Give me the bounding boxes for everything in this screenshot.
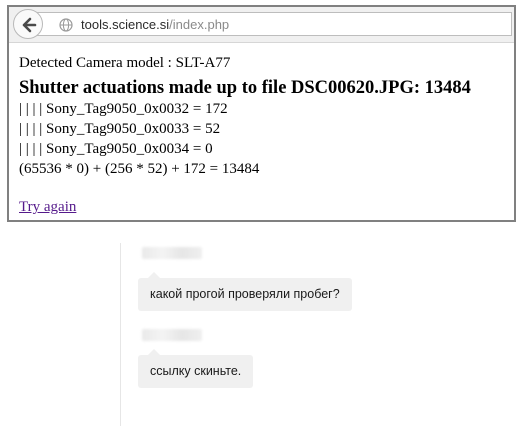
browser-toolbar: tools.science.si/index.php bbox=[9, 7, 514, 43]
chat-message: какой прогой проверяли пробег? bbox=[138, 272, 352, 311]
chat-area: какой прогой проверяли пробег? ссылку ск… bbox=[0, 225, 525, 426]
page-content: Detected Camera model : SLT-A77 Shutter … bbox=[19, 53, 508, 216]
try-again-link[interactable]: Try again bbox=[19, 199, 76, 216]
back-arrow-icon bbox=[22, 17, 37, 33]
address-bar[interactable]: tools.science.si/index.php bbox=[37, 12, 512, 36]
tag-line: | | | | Sony_Tag9050_0x0034 = 0 bbox=[19, 141, 213, 157]
back-button[interactable] bbox=[13, 9, 43, 39]
chat-message: ссылку скиньте. bbox=[138, 349, 254, 388]
chat-message-text: ссылку скиньте. bbox=[150, 364, 242, 378]
browser-window: tools.science.si/index.php Detected Came… bbox=[7, 5, 516, 222]
tag-line: | | | | Sony_Tag9050_0x0032 = 172 bbox=[19, 101, 228, 117]
globe-icon bbox=[59, 18, 73, 37]
tag-line: | | | | Sony_Tag9050_0x0033 = 52 bbox=[19, 121, 221, 137]
blurred-username bbox=[142, 329, 202, 341]
detected-camera-model: Detected Camera model : SLT-A77 bbox=[19, 55, 231, 71]
shutter-actuations-heading: Shutter actuations made up to file DSC00… bbox=[19, 78, 471, 98]
url-text[interactable]: tools.science.si/index.php bbox=[81, 17, 229, 32]
url-path: /index.php bbox=[169, 17, 230, 32]
url-host: tools.science.si bbox=[81, 17, 170, 32]
chat-divider bbox=[120, 243, 121, 426]
formula-line: (65536 * 0) + (256 * 52) + 172 = 13484 bbox=[19, 161, 260, 177]
chat-message-text: какой прогой проверяли пробег? bbox=[150, 287, 340, 301]
blurred-username bbox=[142, 247, 202, 259]
